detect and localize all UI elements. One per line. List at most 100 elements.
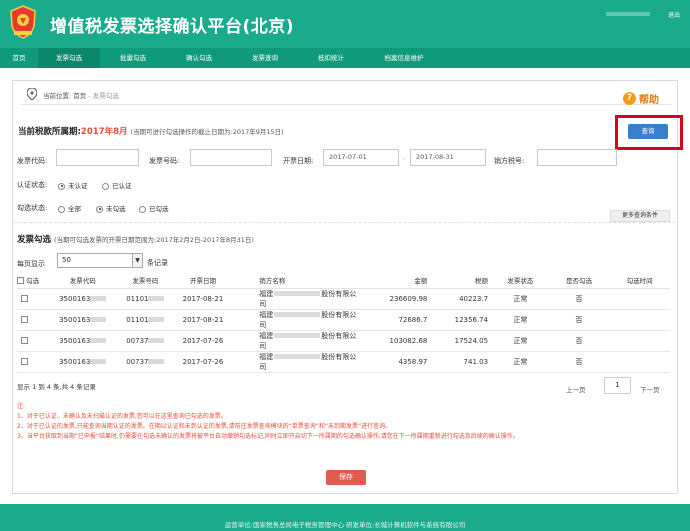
table-row[interactable]: 3500163 01101 2017-08-21 福建 股份有限公司 236609.98 4…	[17, 288, 670, 310]
help-button[interactable]: ? 帮助	[623, 91, 659, 106]
header-is-checked: 是否勾选	[548, 272, 610, 289]
tax-period: 当前税款所属期:2017年8月 (当期可进行勾选操作的截止日期为:2017年9月1…	[18, 125, 284, 137]
cell-amount: 72686.7	[360, 309, 432, 331]
table-row[interactable]: 3500163 00737 2017-07-26 福建 股份有限公司 4358.97 741…	[17, 351, 670, 373]
seller-tax-input[interactable]	[537, 149, 617, 166]
invoice-number-label: 发票号码:	[149, 157, 180, 165]
nav-item-5[interactable]: 抵扣统计	[298, 48, 364, 68]
cell-tax: 12356.74	[431, 309, 493, 331]
invoice-number-input[interactable]	[190, 149, 272, 166]
nav-item-1[interactable]: 发票勾选	[38, 48, 100, 68]
cell-amount: 103082.68	[360, 330, 432, 352]
row-checkbox-cell	[17, 330, 52, 352]
app-footer: 运营单位:国家税务总局电子税务管理中心 研发单位:长城计算机软件与系统有限公司	[0, 504, 690, 531]
date-from-input[interactable]: 2017-07-01	[323, 149, 399, 166]
invoice-section-note: (当期可勾选发票的开票日期范围为:2017年2月2日-2017年8月31日)	[54, 236, 254, 244]
check-status-label: 勾选状态:	[17, 204, 48, 212]
row-checkbox-cell	[17, 309, 52, 331]
header-tax: 税额	[431, 272, 493, 289]
cell-invoice-date: 2017-08-21	[176, 288, 230, 310]
cell-invoice-status: 正常	[492, 309, 549, 331]
auth-option-unverified[interactable]: 未认证	[58, 180, 88, 190]
cell-invoice-status: 正常	[492, 351, 549, 373]
row-checkbox[interactable]	[21, 295, 28, 302]
cell-check-time	[609, 309, 670, 331]
location-pin-icon	[27, 88, 37, 100]
cell-invoice-number: 01101	[114, 288, 177, 310]
date-to-input[interactable]: 2017-08-31	[410, 149, 486, 166]
notes-block: 注: 1、对于已认证、未确认及未扫描认证的发票,您可以在这里查询已勾选的发票。 …	[17, 402, 672, 442]
row-checkbox[interactable]	[21, 358, 28, 365]
header-invoice-code: 发票代码	[51, 272, 115, 289]
check-option-checked[interactable]: 已勾选	[139, 203, 169, 213]
more-filters-button[interactable]: 更多查询条件	[610, 210, 670, 222]
cell-amount: 236609.98	[360, 288, 432, 310]
help-icon: ?	[623, 92, 636, 105]
invoice-section-heading: 发票勾选	[17, 235, 52, 245]
cell-invoice-date: 2017-08-21	[176, 309, 230, 331]
pager-next-button[interactable]: 下一页	[640, 384, 660, 394]
cell-invoice-date: 2017-07-26	[176, 330, 230, 352]
cell-check-time	[609, 288, 670, 310]
pager-prev-button[interactable]: 上一页	[566, 384, 586, 394]
cell-is-checked: 否	[548, 288, 610, 310]
cell-seller-name: 福建 股份有限公司	[229, 330, 361, 352]
user-info	[606, 10, 650, 17]
cell-tax: 17524.05	[431, 330, 493, 352]
query-highlight-box: 查询	[615, 115, 683, 150]
cell-invoice-code: 3500163	[51, 351, 115, 373]
cell-invoice-status: 正常	[492, 288, 549, 310]
nav-item-2[interactable]: 批量勾选	[100, 48, 166, 68]
logout-link[interactable]: 退出	[668, 10, 680, 19]
auth-option-verified[interactable]: 已认证	[102, 180, 132, 190]
check-option-unchecked[interactable]: 未勾选	[96, 203, 126, 213]
header-invoice-status: 发票状态	[492, 272, 549, 289]
main-nav: 首页 发票勾选 批量勾选 确认勾选 发票查询 抵扣统计 档案信息维护	[0, 48, 690, 68]
note-3: 3、当平台获取到当期“已申报”结果时,仍需要在勾选未确认的发票将被平台自动撤销勾…	[17, 433, 519, 440]
invoice-section-title: 发票勾选 (当期可勾选发票的开票日期范围为:2017年2月2日-2017年8月31…	[17, 233, 254, 245]
breadcrumb-home[interactable]: 首页	[73, 92, 86, 100]
cell-seller-name: 福建 股份有限公司	[229, 309, 361, 331]
select-all-checkbox[interactable]	[17, 277, 24, 285]
page-size-select[interactable]: 50 ▼	[57, 253, 143, 268]
cell-check-time	[609, 351, 670, 373]
tax-emblem-logo	[10, 5, 36, 39]
cell-seller-name: 福建 股份有限公司	[229, 351, 361, 373]
seller-tax-label: 销方税号:	[494, 157, 525, 165]
cell-tax: 741.03	[431, 351, 493, 373]
header-select: 勾选	[17, 272, 52, 289]
cell-check-time	[609, 330, 670, 352]
breadcrumb-label: 当前位置:	[43, 92, 72, 100]
note-2: 2、对于已认证的发票,只能查询当期认证的发票。在期以认证和未到认证的发票,请前往…	[17, 423, 392, 430]
cell-tax: 40223.7	[431, 288, 493, 310]
date-label: 开票日期:	[283, 157, 314, 165]
invoice-code-input[interactable]	[56, 149, 139, 166]
cell-invoice-code: 3500163	[51, 288, 115, 310]
row-checkbox[interactable]	[21, 316, 28, 323]
cell-invoice-number: 01101	[114, 309, 177, 331]
nav-item-0[interactable]: 首页	[0, 48, 38, 68]
save-button[interactable]: 保存	[326, 470, 366, 485]
nav-item-6[interactable]: 档案信息维护	[364, 48, 444, 68]
period-label: 当前税款所属期:	[18, 127, 81, 137]
nav-item-3[interactable]: 确认勾选	[166, 48, 232, 68]
table-row[interactable]: 3500163 01101 2017-08-21 福建 股份有限公司 72686.7 123…	[17, 309, 670, 331]
help-label: 帮助	[639, 95, 659, 106]
query-button[interactable]: 查询	[628, 124, 668, 139]
table-header-row: 勾选 发票代码 发票号码 开票日期 销方名称 金额 税额 发票状态 是否勾选 勾…	[17, 272, 670, 289]
app-header: 增值税发票选择确认平台(北京) 退出	[0, 0, 690, 48]
section-divider	[14, 222, 676, 223]
header-check-time: 勾选时间	[609, 272, 670, 289]
cell-invoice-date: 2017-07-26	[176, 351, 230, 373]
page-size-value: 50	[62, 256, 71, 264]
check-option-all[interactable]: 全部	[58, 203, 81, 213]
nav-item-4[interactable]: 发票查询	[232, 48, 298, 68]
breadcrumb-current: 发票勾选	[92, 92, 119, 100]
cell-invoice-status: 正常	[492, 330, 549, 352]
pager-current-page[interactable]: 1	[604, 377, 631, 394]
row-checkbox[interactable]	[21, 337, 28, 344]
header-invoice-date: 开票日期	[176, 272, 230, 289]
date-separator: -	[403, 155, 406, 163]
table-row[interactable]: 3500163 00737 2017-07-26 福建 股份有限公司 103082.68 1…	[17, 330, 670, 352]
app-title: 增值税发票选择确认平台(北京)	[50, 17, 295, 37]
